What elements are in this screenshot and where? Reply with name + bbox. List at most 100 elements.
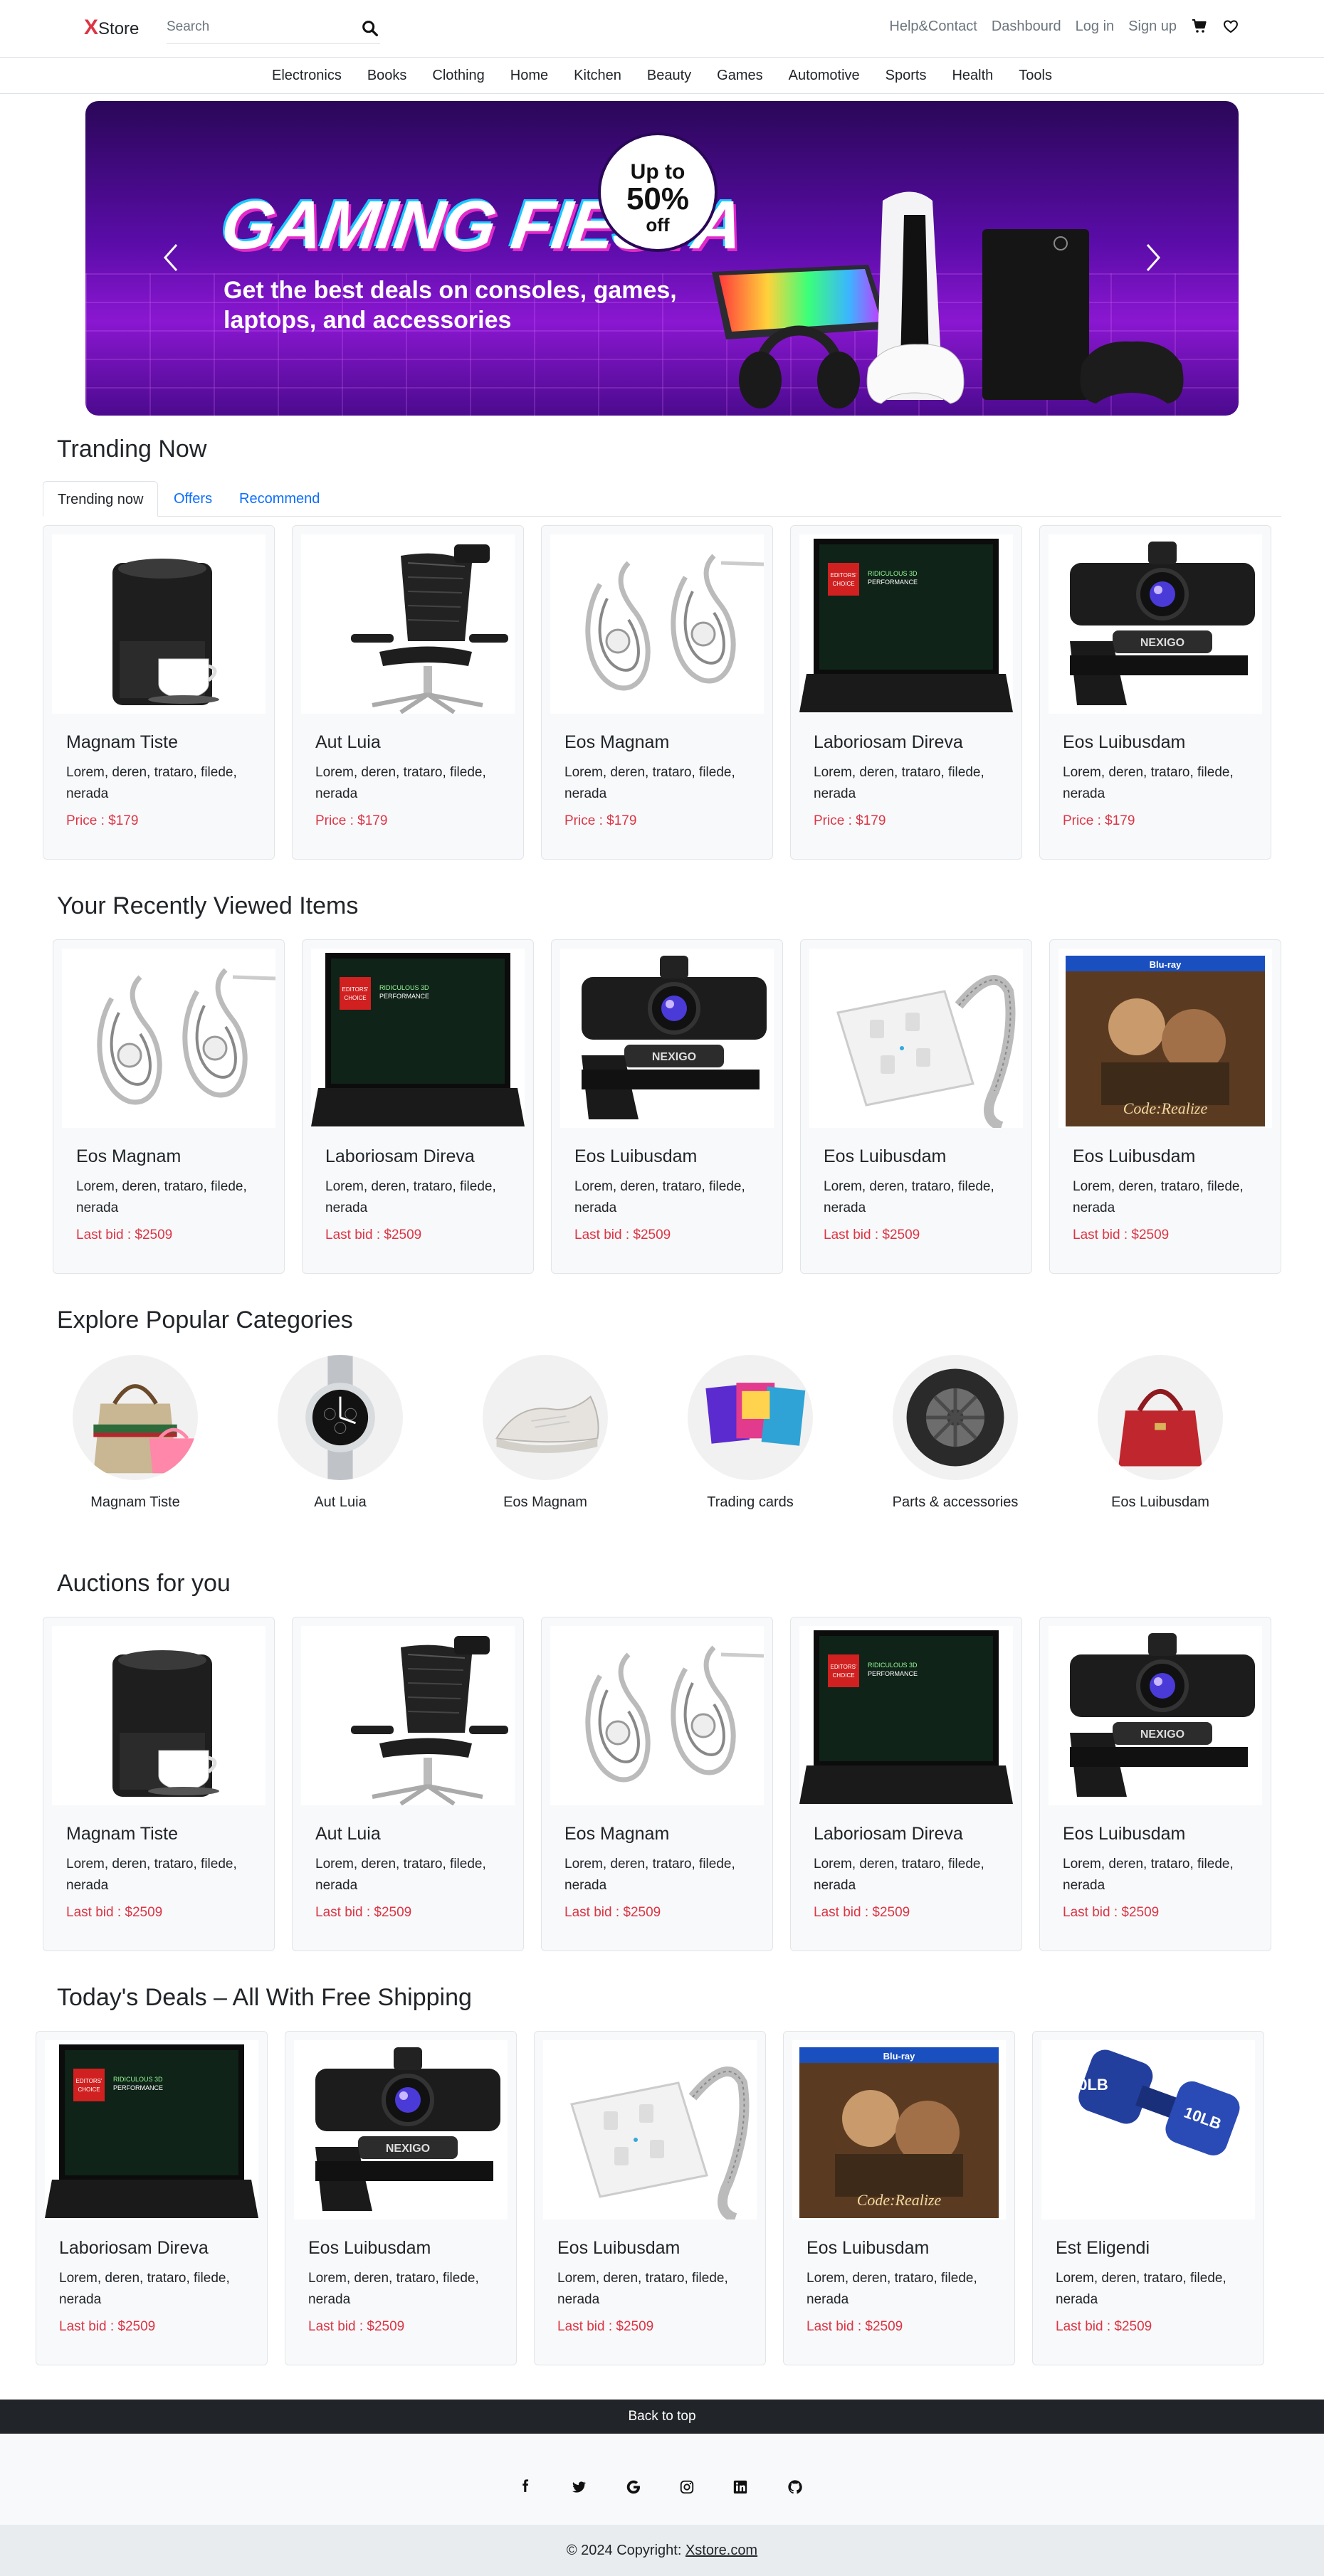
product-title[interactable]: Eos Luibusdam: [308, 2238, 431, 2259]
product-card[interactable]: 10LB 10LB Est Eligendi Lorem, deren, tratar…: [1032, 2031, 1264, 2365]
coffee-maker-image: [112, 559, 219, 705]
hero-banner[interactable]: GAMING FIESTA Get the best deals on cons…: [85, 101, 1239, 416]
product-title[interactable]: Eos Magnam: [564, 732, 669, 753]
search-icon[interactable]: [360, 19, 380, 38]
svg-text:NEXIGO: NEXIGO: [386, 2143, 430, 2155]
earrings-image: [97, 968, 275, 1105]
instagram-icon[interactable]: [679, 2479, 695, 2495]
help-contact-link[interactable]: Help&Contact: [889, 19, 977, 35]
product-title[interactable]: Laboriosam Direva: [814, 1824, 963, 1844]
heart-icon[interactable]: [1222, 18, 1239, 35]
product-description: Lorem, deren, trataro, filede, nerada: [76, 1179, 247, 1215]
product-card[interactable]: Aut Luia Lorem, deren, trataro, filede, n…: [292, 1617, 524, 1951]
nav-home[interactable]: Home: [510, 68, 548, 84]
carousel-prev-icon[interactable]: [157, 236, 185, 279]
product-title[interactable]: Laboriosam Direva: [814, 732, 963, 753]
product-title[interactable]: Magnam Tiste: [66, 732, 178, 753]
carousel-next-icon[interactable]: [1139, 236, 1167, 279]
product-card[interactable]: Eos Magnam Lorem, deren, trataro, filede,…: [53, 939, 285, 1274]
facebook-icon[interactable]: [517, 2479, 533, 2495]
product-title[interactable]: Est Eligendi: [1056, 2238, 1150, 2259]
nav-health[interactable]: Health: [952, 68, 993, 84]
nav-automotive[interactable]: Automotive: [789, 68, 860, 84]
nav-books[interactable]: Books: [367, 68, 407, 84]
linkedin-icon[interactable]: [732, 2479, 748, 2495]
back-to-top-button[interactable]: Back to top: [0, 2400, 1324, 2434]
product-title[interactable]: Eos Luibusdam: [574, 1146, 697, 1167]
product-card[interactable]: Eos Magnam Lorem, deren, trataro, filede,…: [541, 525, 773, 860]
product-title[interactable]: Eos Luibusdam: [1063, 732, 1185, 753]
product-title[interactable]: Aut Luia: [315, 1824, 381, 1844]
product-card[interactable]: Aut Luia Lorem, deren, trataro, filede, n…: [292, 525, 524, 860]
product-card[interactable]: NEXIGO Eos Luibusdam Lorem, deren, trataro…: [551, 939, 783, 1274]
product-title[interactable]: Eos Luibusdam: [824, 1146, 946, 1167]
category-image: [278, 1355, 403, 1480]
category-item[interactable]: Aut Luia: [255, 1355, 426, 1511]
svg-text:CHOICE: CHOICE: [832, 581, 854, 587]
category-image: [893, 1355, 1018, 1480]
cart-icon[interactable]: [1191, 18, 1208, 35]
nav-games[interactable]: Games: [717, 68, 762, 84]
nav-clothing[interactable]: Clothing: [432, 68, 484, 84]
google-icon[interactable]: [626, 2479, 641, 2495]
bluray-image: Blu-ray Code:Realize: [799, 2047, 999, 2218]
product-card[interactable]: EDITORS' CHOICE RIDICULOUS 3D PERFORMANCE La…: [36, 2031, 268, 2365]
product-card[interactable]: NEXIGO Eos Luibusdam Lorem, deren, trataro…: [1039, 525, 1271, 860]
product-card[interactable]: EDITORS' CHOICE RIDICULOUS 3D PERFORMANCE La…: [790, 525, 1022, 860]
login-link[interactable]: Log in: [1076, 19, 1115, 35]
github-icon[interactable]: [787, 2479, 803, 2495]
recent-title: Your Recently Viewed Items: [57, 892, 359, 919]
nav-sports[interactable]: Sports: [886, 68, 927, 84]
product-title[interactable]: Eos Luibusdam: [1063, 1824, 1185, 1844]
office-chair-image: [351, 544, 508, 714]
category-item[interactable]: Magnam Tiste: [50, 1355, 221, 1511]
nav-tools[interactable]: Tools: [1019, 68, 1052, 84]
tab-offers[interactable]: Offers: [159, 481, 226, 517]
search-input[interactable]: [167, 13, 345, 41]
product-card[interactable]: Eos Magnam Lorem, deren, trataro, filede,…: [541, 1617, 773, 1951]
signup-link[interactable]: Sign up: [1128, 19, 1177, 35]
product-price: Last bid : $2509: [315, 1905, 412, 1920]
dashboard-link[interactable]: Dashbourd: [992, 19, 1061, 35]
product-card[interactable]: EDITORS' CHOICE RIDICULOUS 3D PERFORMANCE La…: [302, 939, 534, 1274]
product-title[interactable]: Magnam Tiste: [66, 1824, 178, 1844]
tab-recommend[interactable]: Recommend: [225, 481, 334, 517]
product-image: [550, 534, 764, 714]
product-card[interactable]: Eos Luibusdam Lorem, deren, trataro, file…: [800, 939, 1032, 1274]
category-label: Trading cards: [707, 1494, 794, 1510]
product-title[interactable]: Eos Magnam: [564, 1824, 669, 1844]
product-image: 10LB 10LB: [1041, 2040, 1255, 2219]
product-title[interactable]: Aut Luia: [315, 732, 381, 753]
logo[interactable]: XStore: [84, 16, 139, 40]
twitter-icon[interactable]: [571, 2479, 587, 2495]
product-card[interactable]: Blu-ray Code:Realize Eos Luibusdam Lorem, d…: [783, 2031, 1015, 2365]
product-description: Lorem, deren, trataro, filede, nerada: [557, 2271, 728, 2307]
svg-text:PERFORMANCE: PERFORMANCE: [868, 579, 918, 586]
category-item[interactable]: Eos Luibusdam: [1075, 1355, 1246, 1511]
category-item[interactable]: Parts & accessories: [870, 1355, 1041, 1511]
product-card[interactable]: EDITORS' CHOICE RIDICULOUS 3D PERFORMANCE La…: [790, 1617, 1022, 1951]
nav-beauty[interactable]: Beauty: [647, 68, 691, 84]
product-card[interactable]: Magnam Tiste Lorem, deren, trataro, filed…: [43, 525, 275, 860]
product-card[interactable]: NEXIGO Eos Luibusdam Lorem, deren, trataro…: [1039, 1617, 1271, 1951]
category-item[interactable]: Eos Magnam: [460, 1355, 631, 1511]
product-card[interactable]: Blu-ray Code:Realize Eos Luibusdam Lorem, d…: [1049, 939, 1281, 1274]
product-title[interactable]: Laboriosam Direva: [59, 2238, 209, 2259]
product-title[interactable]: Eos Luibusdam: [807, 2238, 929, 2259]
product-card[interactable]: Magnam Tiste Lorem, deren, trataro, filed…: [43, 1617, 275, 1951]
site-link[interactable]: Xstore.com: [685, 2543, 757, 2558]
category-item[interactable]: Trading cards: [665, 1355, 836, 1511]
product-title[interactable]: Laboriosam Direva: [325, 1146, 475, 1167]
product-title[interactable]: Eos Luibusdam: [557, 2238, 680, 2259]
trending-tabs: Trending now Offers Recommend: [43, 481, 1281, 517]
product-title[interactable]: Eos Luibusdam: [1073, 1146, 1195, 1167]
nav-kitchen[interactable]: Kitchen: [574, 68, 621, 84]
product-card[interactable]: Eos Luibusdam Lorem, deren, trataro, file…: [534, 2031, 766, 2365]
tab-trending-now[interactable]: Trending now: [43, 481, 159, 517]
nav-electronics[interactable]: Electronics: [272, 68, 342, 84]
office-chair-image: [351, 1636, 508, 1805]
category-label: Parts & accessories: [892, 1494, 1019, 1510]
product-description: Lorem, deren, trataro, filede, nerada: [1056, 2271, 1226, 2307]
product-card[interactable]: NEXIGO Eos Luibusdam Lorem, deren, trataro…: [285, 2031, 517, 2365]
product-title[interactable]: Eos Magnam: [76, 1146, 181, 1167]
